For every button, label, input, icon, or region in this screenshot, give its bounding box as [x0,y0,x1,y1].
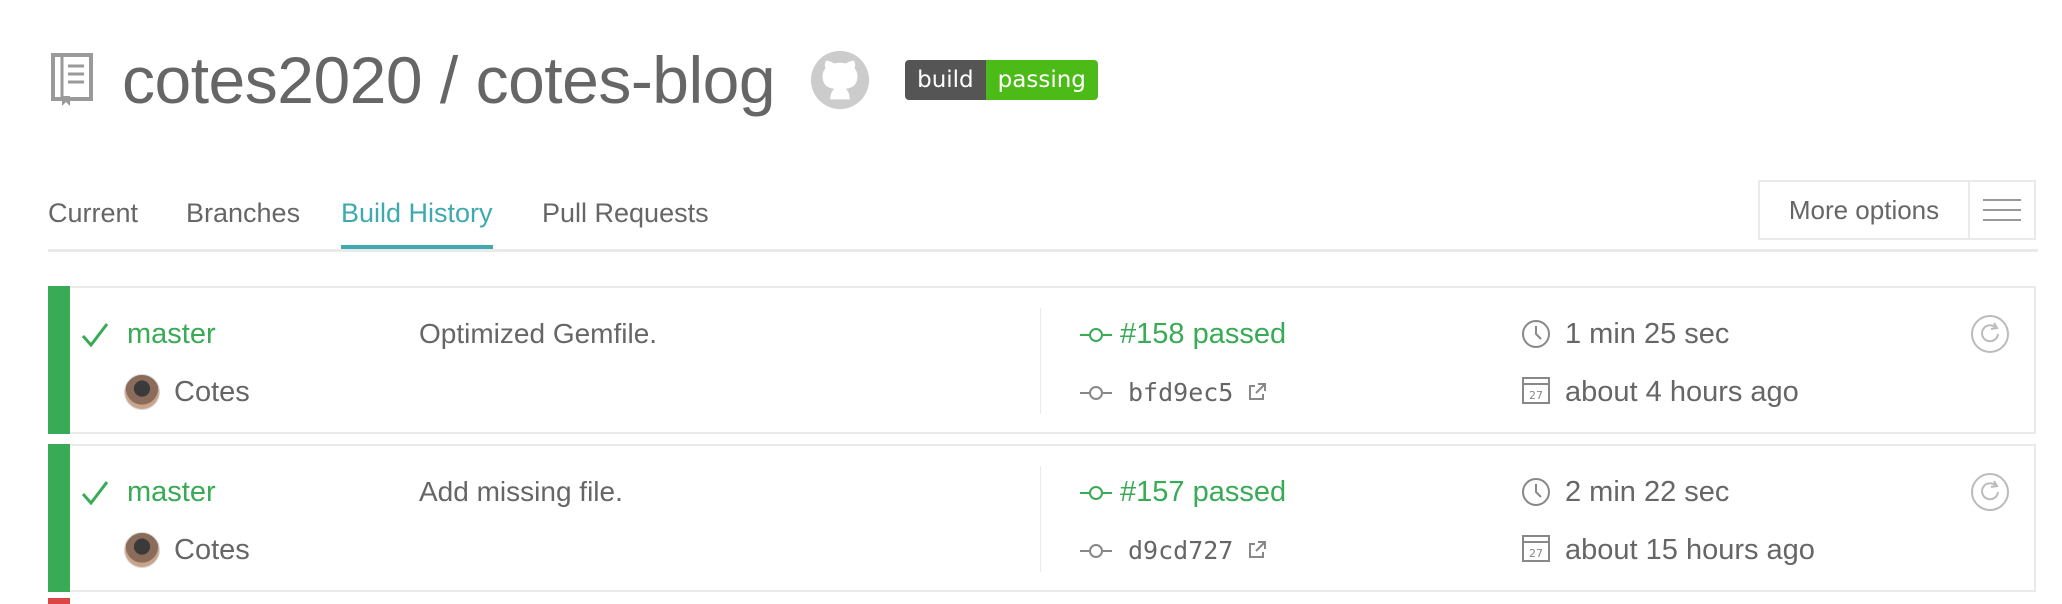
build-duration: 1 min 25 sec [1565,318,1730,350]
build-number[interactable]: #158 passed [1120,318,1286,351]
build-row-status-stripe-peek [48,598,70,604]
build-row[interactable]: master Cotes Add missing file. #157 pass… [48,444,2036,592]
tab-branches[interactable]: Branches [186,198,300,245]
branch-name[interactable]: master [127,318,216,351]
finished-at: about 4 hours ago [1565,376,1799,408]
commit-sha[interactable]: d9cd727 [1128,536,1233,565]
repo-tabs: Current Branches Build History Pull Requ… [48,180,2038,252]
divider [1040,466,1041,572]
external-link-icon[interactable] [1247,382,1267,402]
external-link-icon[interactable] [1247,540,1267,560]
commit-icon [1080,486,1112,500]
tab-build-history[interactable]: Build History [341,198,493,249]
check-icon [81,481,109,506]
repo-book-icon [51,53,93,106]
badge-status: passing [985,60,1098,100]
build-row[interactable]: master Cotes Optimized Gemfile. #158 pas… [48,286,2036,434]
finished-at: about 15 hours ago [1565,534,1815,566]
tab-pull-requests[interactable]: Pull Requests [542,198,709,245]
repo-title[interactable]: cotes2020 / cotes-blog [122,42,776,118]
build-status-badge[interactable]: build passing [905,60,1098,100]
clock-icon [1522,478,1550,506]
build-number[interactable]: #157 passed [1120,476,1286,509]
author-name: Cotes [174,376,250,408]
status-stripe [48,444,70,592]
build-duration: 2 min 22 sec [1565,476,1730,508]
tab-current[interactable]: Current [48,198,138,245]
status-stripe [48,286,70,434]
more-options-button[interactable]: More options [1758,180,2036,240]
repo-header: cotes2020 / cotes-blog build passing [50,30,1098,130]
hamburger-menu-icon[interactable] [1968,182,2034,238]
commit-icon [1080,544,1112,558]
calendar-icon: 27 [1522,535,1550,562]
branch-name[interactable]: master [127,476,216,509]
avatar [124,532,160,568]
commit-message[interactable]: Optimized Gemfile. [419,318,657,350]
check-icon [81,323,109,348]
commit-icon [1080,386,1112,400]
author-name: Cotes [174,534,250,566]
badge-label: build [905,60,986,100]
restart-icon[interactable] [1970,314,2010,354]
calendar-icon: 27 [1522,377,1550,404]
calendar-day: 27 [1529,547,1543,560]
calendar-day: 27 [1529,389,1543,402]
avatar [124,374,160,410]
commit-message[interactable]: Add missing file. [419,476,623,508]
divider [1040,308,1041,414]
github-icon[interactable] [809,49,871,111]
more-options-label: More options [1788,194,1940,225]
commit-icon [1080,328,1112,342]
restart-icon[interactable] [1970,472,2010,512]
commit-sha[interactable]: bfd9ec5 [1128,378,1233,407]
clock-icon [1522,320,1550,348]
